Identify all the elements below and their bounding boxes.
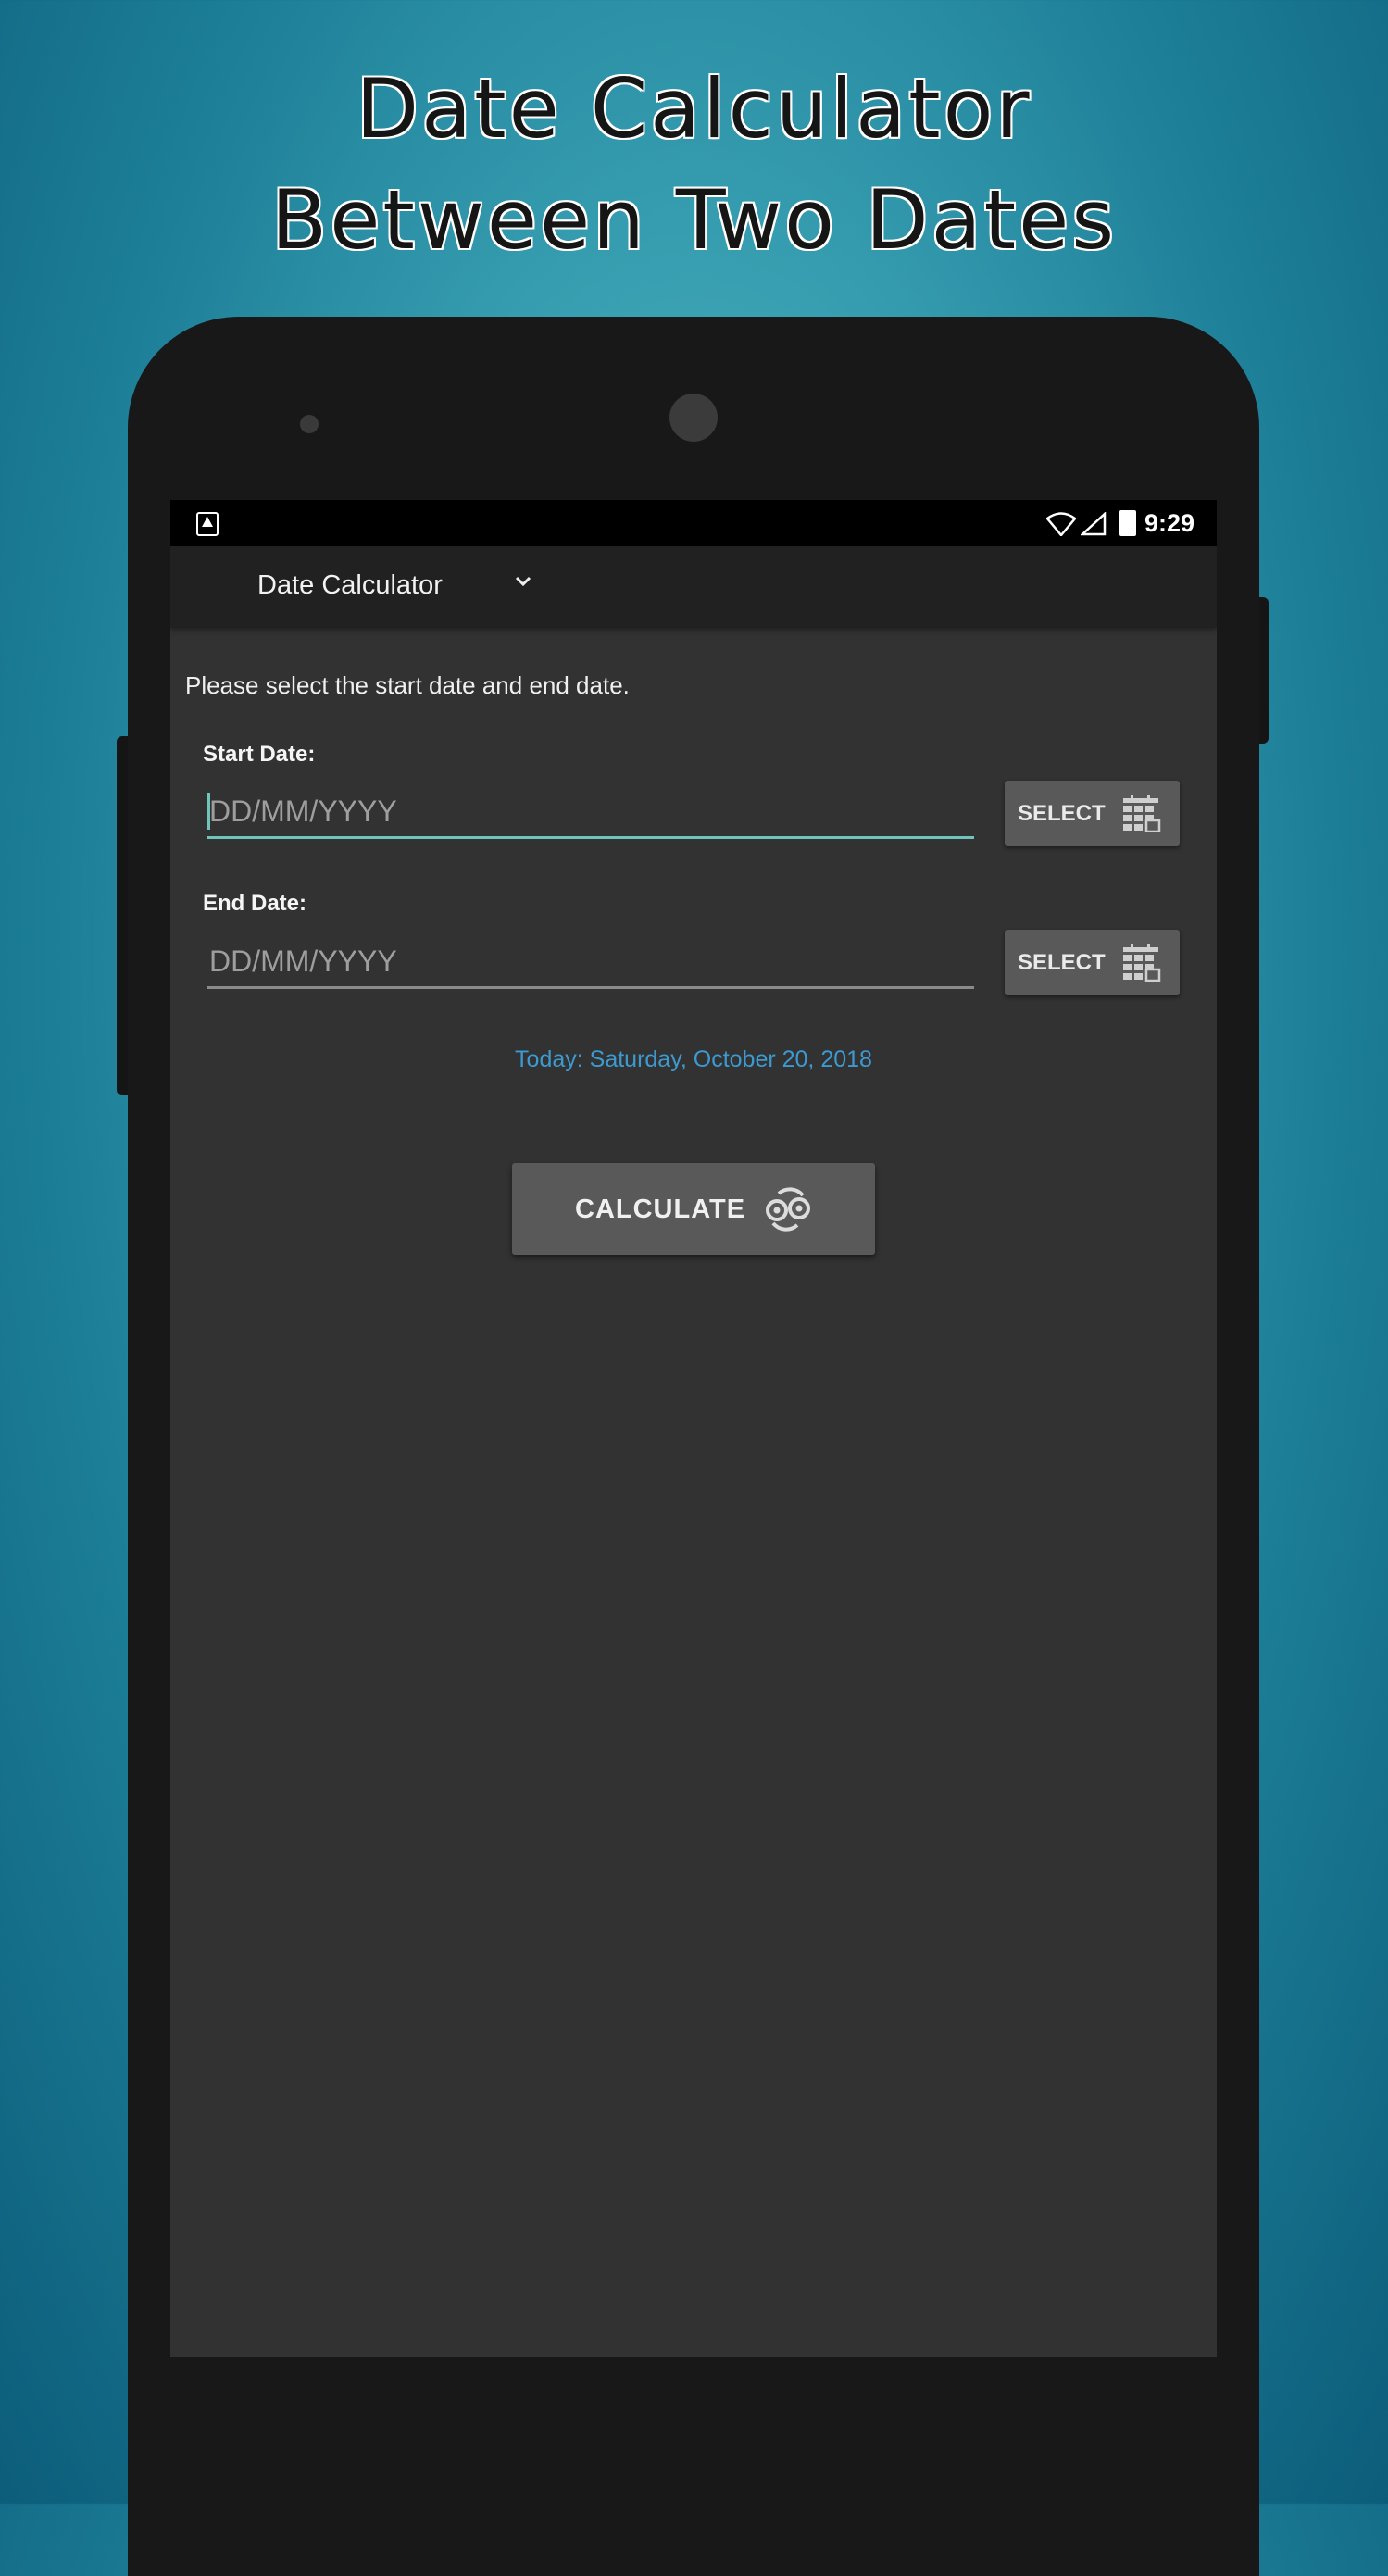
start-date-label: Start Date: — [203, 742, 316, 767]
status-time: 9:29 — [1144, 509, 1195, 537]
proximity-sensor — [300, 415, 319, 433]
start-date-placeholder: DD/MM/YYYY — [209, 794, 397, 828]
today-date-text: Today: Saturday, October 20, 2018 — [515, 1046, 872, 1072]
text-cursor — [207, 793, 210, 830]
app-notification-icon — [196, 512, 219, 536]
promo-headline-line2: Between Two Dates — [270, 172, 1118, 268]
cell-signal-icon — [1081, 512, 1107, 536]
start-date-input[interactable]: DD/MM/YYYY — [207, 783, 974, 839]
end-date-placeholder: DD/MM/YYYY — [209, 944, 397, 978]
battery-charging-icon — [1119, 510, 1136, 536]
front-camera — [669, 394, 718, 442]
calculate-label: CALCULATE — [575, 1194, 746, 1224]
chevron-down-icon[interactable] — [513, 574, 533, 589]
end-date-label: End Date: — [203, 891, 307, 916]
end-date-input[interactable]: DD/MM/YYYY — [207, 933, 974, 989]
instruction-text: Please select the start date and end dat… — [185, 671, 630, 699]
status-bar: 9:29 — [170, 500, 1217, 546]
calendar-icon — [1123, 944, 1161, 982]
select-start-date-button[interactable]: SELECT — [1005, 781, 1180, 846]
promo-headline-line1: Date Calculator — [356, 61, 1032, 156]
start-date-underline — [207, 836, 974, 839]
select-end-date-button[interactable]: SELECT — [1005, 930, 1180, 995]
calendar-icon — [1123, 795, 1161, 832]
calculate-button[interactable]: CALCULATE — [512, 1163, 875, 1255]
end-date-underline — [207, 986, 974, 989]
wifi-icon — [1046, 512, 1076, 536]
calculate-refresh-icon — [766, 1187, 810, 1232]
app-screen: 9:29 Date Calculator Please select the s… — [170, 500, 1217, 2357]
toolbar-title-dropdown[interactable]: Date Calculator — [257, 570, 443, 601]
app-toolbar: Date Calculator — [170, 546, 1217, 628]
select-end-date-label: SELECT — [1018, 950, 1106, 975]
select-start-date-label: SELECT — [1018, 801, 1106, 826]
